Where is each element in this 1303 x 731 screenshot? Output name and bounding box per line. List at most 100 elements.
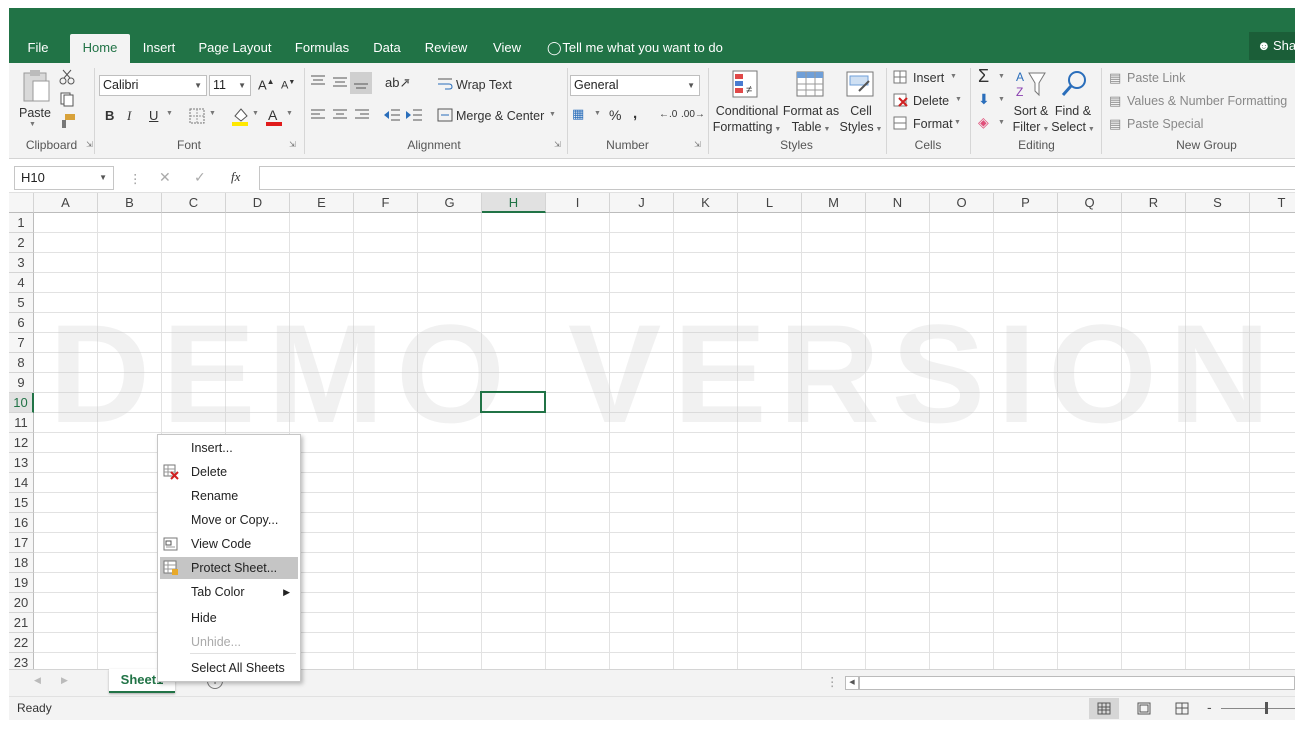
copy-icon[interactable]: [59, 91, 75, 107]
column-header[interactable]: F: [354, 193, 418, 213]
cancel-icon[interactable]: ✕: [159, 169, 171, 186]
row-header[interactable]: 18: [9, 553, 34, 573]
paste-icon[interactable]: [21, 69, 51, 103]
font-color-icon[interactable]: A: [265, 106, 283, 126]
conditional-formatting-icon[interactable]: ≠: [731, 69, 761, 99]
insert-cells-button[interactable]: Insert: [913, 71, 944, 85]
row-header[interactable]: 1: [9, 213, 34, 233]
format-dropdown-icon[interactable]: ▼: [954, 119, 961, 126]
tab-splitter-icon[interactable]: ⋮: [826, 674, 839, 689]
row-header[interactable]: 21: [9, 613, 34, 633]
row-header[interactable]: 19: [9, 573, 34, 593]
insert-cells-icon[interactable]: [893, 70, 909, 84]
row-header[interactable]: 6: [9, 313, 34, 333]
column-header[interactable]: B: [98, 193, 162, 213]
scroll-tabs-right-icon[interactable]: ▶: [61, 675, 68, 686]
font-size-combo[interactable]: 11 ▼: [209, 75, 251, 96]
tab-file[interactable]: File: [9, 34, 67, 63]
cell-styles-icon[interactable]: [845, 69, 875, 99]
row-header[interactable]: 20: [9, 593, 34, 613]
column-header[interactable]: P: [994, 193, 1058, 213]
decrease-decimal-icon[interactable]: .00→: [681, 109, 705, 120]
bottom-align-button[interactable]: [350, 72, 372, 94]
merge-dropdown-icon[interactable]: ▼: [549, 111, 556, 118]
wrap-text-button[interactable]: Wrap Text: [456, 78, 512, 92]
delete-dropdown-icon[interactable]: ▼: [955, 96, 962, 103]
menu-item-select-all-sheets[interactable]: Select All Sheets: [160, 657, 298, 679]
accounting-dropdown-icon[interactable]: ▼: [594, 110, 601, 117]
column-header[interactable]: C: [162, 193, 226, 213]
bold-button[interactable]: B: [105, 108, 114, 123]
row-header[interactable]: 14: [9, 473, 34, 493]
column-header[interactable]: G: [418, 193, 482, 213]
row-header[interactable]: 13: [9, 453, 34, 473]
horizontal-scrollbar[interactable]: [859, 676, 1295, 690]
insert-dropdown-icon[interactable]: ▼: [950, 73, 957, 80]
find-select-button[interactable]: Find & Select ▼: [1051, 103, 1095, 138]
tab-view[interactable]: View: [484, 34, 530, 63]
tab-data[interactable]: Data: [364, 34, 410, 63]
orientation-dropdown-icon[interactable]: ▼: [404, 78, 411, 85]
row-header[interactable]: 11: [9, 413, 34, 433]
italic-button[interactable]: I: [127, 108, 131, 124]
font-name-combo[interactable]: Calibri ▼: [99, 75, 207, 96]
row-header[interactable]: 3: [9, 253, 34, 273]
page-break-view-icon[interactable]: [1175, 702, 1189, 715]
row-header[interactable]: 8: [9, 353, 34, 373]
tab-page-layout[interactable]: Page Layout: [195, 34, 275, 63]
select-all-corner[interactable]: [9, 193, 34, 213]
find-select-icon[interactable]: [1059, 69, 1089, 99]
menu-item-delete[interactable]: Delete: [160, 461, 298, 483]
menu-item-view-code[interactable]: View Code: [160, 533, 298, 555]
menu-item-rename[interactable]: Rename: [160, 485, 298, 507]
name-box[interactable]: H10 ▼: [14, 166, 114, 190]
row-header[interactable]: 12: [9, 433, 34, 453]
underline-dropdown-icon[interactable]: ▼: [166, 110, 173, 117]
row-header[interactable]: 15: [9, 493, 34, 513]
row-header[interactable]: 16: [9, 513, 34, 533]
page-layout-view-icon[interactable]: [1137, 702, 1151, 715]
comma-style-button[interactable]: ,: [633, 105, 637, 122]
borders-icon[interactable]: [189, 108, 205, 124]
values-number-icon[interactable]: ▤: [1109, 93, 1121, 109]
fill-dropdown-icon[interactable]: ▼: [252, 110, 259, 117]
formula-input[interactable]: [259, 166, 1295, 190]
column-header[interactable]: S: [1186, 193, 1250, 213]
tab-formulas[interactable]: Formulas: [289, 34, 355, 63]
top-align-icon[interactable]: [310, 74, 326, 88]
delete-cells-button[interactable]: Delete: [913, 94, 949, 108]
tab-review[interactable]: Review: [419, 34, 473, 63]
row-header[interactable]: 10: [9, 393, 34, 413]
middle-align-icon[interactable]: [332, 74, 348, 88]
menu-item-hide[interactable]: Hide: [160, 607, 298, 629]
column-header[interactable]: O: [930, 193, 994, 213]
paste-special-button[interactable]: Paste Special: [1127, 117, 1203, 131]
column-header[interactable]: I: [546, 193, 610, 213]
menu-item-tab-color[interactable]: Tab Color ▶: [160, 581, 298, 603]
fill-down-dropdown-icon[interactable]: ▼: [998, 96, 1005, 103]
values-number-formatting-button[interactable]: Values & Number Formatting: [1127, 94, 1287, 108]
clear-dropdown-icon[interactable]: ▼: [998, 119, 1005, 126]
scroll-left-icon[interactable]: ◀: [845, 676, 859, 690]
number-format-combo[interactable]: General ▼: [570, 75, 700, 96]
borders-dropdown-icon[interactable]: ▼: [209, 110, 216, 117]
align-left-icon[interactable]: [310, 108, 326, 122]
cut-icon[interactable]: [59, 69, 75, 85]
wrap-text-icon[interactable]: [437, 77, 453, 91]
font-color-dropdown-icon[interactable]: ▼: [286, 110, 293, 117]
autosum-dropdown-icon[interactable]: ▼: [998, 73, 1005, 80]
column-header[interactable]: A: [34, 193, 98, 213]
delete-cells-icon[interactable]: [893, 93, 909, 107]
format-painter-icon[interactable]: [59, 113, 77, 129]
align-center-icon[interactable]: [332, 108, 348, 122]
fill-color-icon[interactable]: [231, 106, 249, 126]
row-header[interactable]: 7: [9, 333, 34, 353]
cell-styles-button[interactable]: Cell Styles ▼: [839, 103, 883, 138]
merge-center-icon[interactable]: [437, 108, 453, 122]
underline-button[interactable]: U: [149, 108, 158, 123]
fill-down-icon[interactable]: ⬇: [978, 91, 990, 108]
paste-link-icon[interactable]: ▤: [1109, 70, 1121, 86]
row-header[interactable]: 2: [9, 233, 34, 253]
format-as-table-icon[interactable]: [795, 69, 825, 99]
clear-icon[interactable]: ◈: [978, 114, 989, 131]
